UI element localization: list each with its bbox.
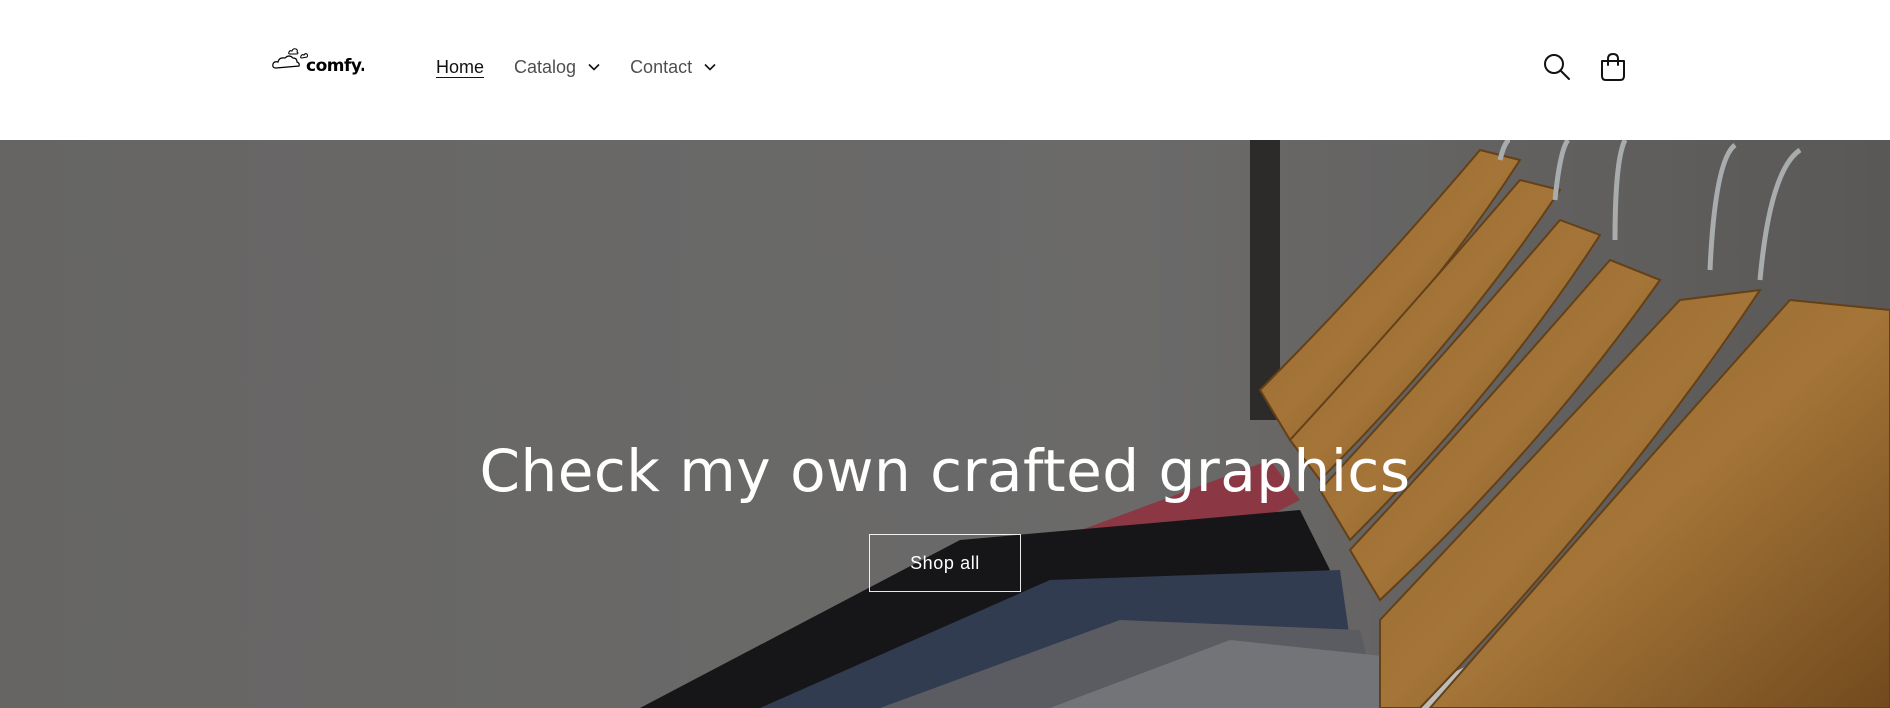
- search-button[interactable]: [1540, 50, 1574, 84]
- site-header: comfy. Home Catalog Contact: [0, 0, 1890, 140]
- hero-banner: Check my own crafted graphics Shop all: [0, 140, 1890, 708]
- shop-all-button[interactable]: Shop all: [869, 533, 1021, 592]
- nav-item-home[interactable]: Home: [436, 57, 484, 78]
- search-icon: [1544, 54, 1570, 80]
- chevron-down-icon: [588, 63, 600, 71]
- logo-text: comfy.: [306, 56, 364, 76]
- nav-item-contact[interactable]: Contact: [630, 57, 716, 78]
- nav-item-home-label: Home: [436, 56, 485, 77]
- hero-title: Check my own crafted graphics: [479, 437, 1411, 505]
- nav-item-contact-label: Contact: [630, 56, 693, 77]
- hero-content: Check my own crafted graphics Shop all: [0, 437, 1890, 592]
- nav-item-catalog[interactable]: Catalog: [514, 57, 600, 78]
- brand-logo[interactable]: comfy.: [272, 44, 366, 82]
- cart-icon: [1601, 52, 1625, 81]
- logo-mark: comfy.: [272, 48, 366, 76]
- hero-overlay: [0, 140, 1890, 708]
- main-nav: Home Catalog Contact: [436, 52, 746, 82]
- nav-item-catalog-label: Catalog: [514, 56, 577, 77]
- cart-button[interactable]: [1596, 50, 1630, 84]
- chevron-down-icon: [704, 63, 716, 71]
